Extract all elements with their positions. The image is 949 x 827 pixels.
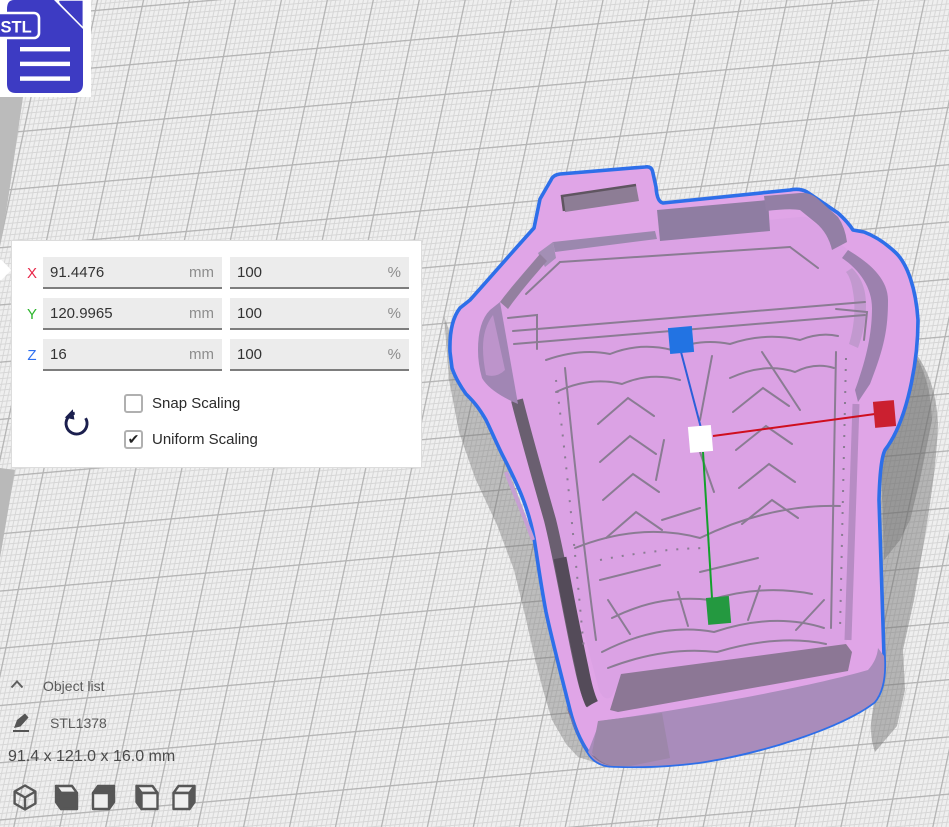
svg-text:STL: STL [1, 19, 32, 37]
